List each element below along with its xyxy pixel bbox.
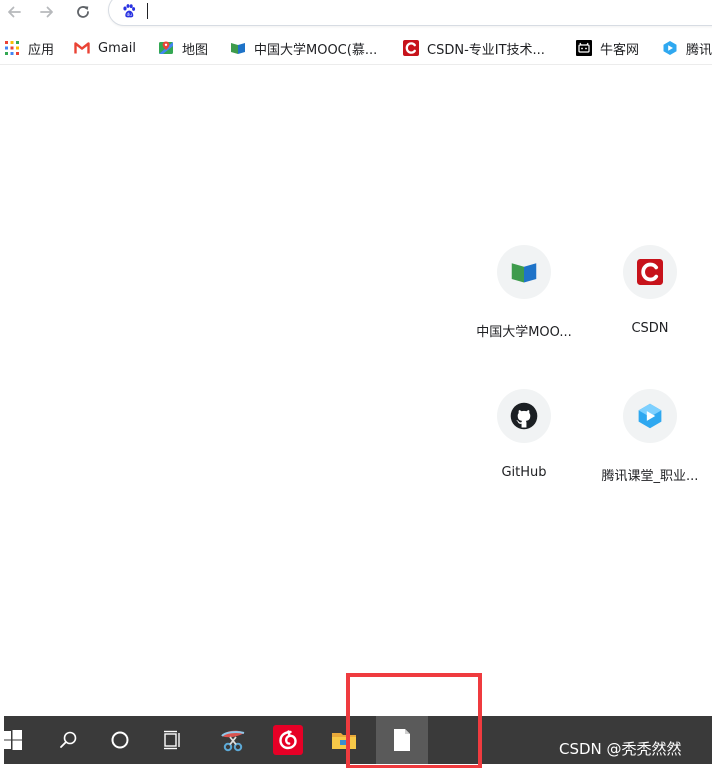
maps-icon <box>159 41 173 54</box>
search-icon <box>60 731 77 748</box>
shortcut-csdn[interactable]: CSDN <box>594 245 706 357</box>
nowcoder-icon <box>576 40 592 56</box>
mooc-icon <box>511 263 537 283</box>
gmail-icon <box>74 42 90 54</box>
bookmarks-bar: 应用 Gmail 地图 中国大学MOOC(慕... CSDN-专业IT技术...… <box>0 32 712 65</box>
cortana-button[interactable] <box>94 716 146 764</box>
reload-icon <box>77 6 89 18</box>
bookmark-gmail[interactable]: Gmail <box>74 37 136 59</box>
text-caret <box>147 3 148 19</box>
bookmark-maps[interactable]: 地图 <box>158 37 208 59</box>
task-view-icon <box>164 730 180 750</box>
bookmark-tencent-classroom[interactable]: 腾讯 <box>662 37 712 59</box>
mooc-icon <box>231 43 245 54</box>
taskbar-search-button[interactable] <box>42 716 94 764</box>
bookmark-label: 腾讯 <box>686 42 712 58</box>
shortcut-label: CSDN <box>631 321 669 336</box>
github-icon <box>510 402 538 430</box>
bookmark-label: CSDN-专业IT技术... <box>427 42 545 58</box>
reload-button[interactable] <box>69 0 97 24</box>
bookmark-label: 地图 <box>182 42 209 58</box>
start-button[interactable] <box>0 716 38 764</box>
netease-music-icon <box>273 725 303 755</box>
arrow-right-icon <box>40 6 53 18</box>
bookmark-mooc[interactable]: 中国大学MOOC(慕... <box>230 37 377 59</box>
csdn-icon <box>403 40 419 56</box>
shortcut-tencent-classroom[interactable]: 腾讯课堂_职业... <box>594 389 706 501</box>
shortcut-icon-circle <box>497 245 551 299</box>
highlight-box <box>346 673 482 768</box>
bookmark-label: 应用 <box>28 42 55 58</box>
bookmark-label: 中国大学MOOC(慕... <box>254 42 378 58</box>
address-bar[interactable]: du <box>108 0 712 26</box>
arrow-left-icon <box>8 6 21 18</box>
back-button[interactable] <box>0 0 28 24</box>
task-view-button[interactable] <box>147 716 199 764</box>
screenshot: du 应用 Gmail 地图 中国大学MOOC(慕... CSDN-专业IT技术… <box>0 0 712 768</box>
browser-toolbar: du <box>0 0 712 32</box>
shortcut-label: 中国大学MOO... <box>476 325 572 340</box>
svg-text:du: du <box>127 12 133 17</box>
tencent-classroom-icon <box>663 41 677 55</box>
scissors-icon <box>221 730 245 752</box>
watermark: CSDN @秃秃然然 <box>559 740 682 758</box>
shortcut-label: 腾讯课堂_职业... <box>601 469 699 484</box>
shortcut-label: GitHub <box>501 465 547 480</box>
bookmark-label: Gmail <box>98 40 136 56</box>
shortcut-icon-circle <box>623 245 677 299</box>
bookmark-csdn[interactable]: CSDN-专业IT技术... <box>403 37 545 59</box>
circle-icon <box>111 731 129 749</box>
tencent-classroom-icon <box>638 403 662 429</box>
shortcut-github[interactable]: GitHub <box>468 389 580 501</box>
bookmark-apps[interactable]: 应用 <box>4 37 54 59</box>
forward-button[interactable] <box>33 0 61 24</box>
shortcut-icon-circle <box>497 389 551 443</box>
bookmark-nowcoder[interactable]: 牛客网 <box>576 37 639 59</box>
shortcut-mooc[interactable]: 中国大学MOO... <box>468 245 580 357</box>
shortcut-icon-circle <box>623 389 677 443</box>
bookmark-label: 牛客网 <box>600 42 640 58</box>
snipping-tool-button[interactable] <box>207 716 259 764</box>
baidu-paw-icon: du <box>123 4 136 18</box>
apps-grid-icon <box>5 41 19 55</box>
csdn-icon <box>637 259 663 285</box>
windows-icon <box>2 730 22 750</box>
netease-music-button[interactable] <box>262 716 314 764</box>
